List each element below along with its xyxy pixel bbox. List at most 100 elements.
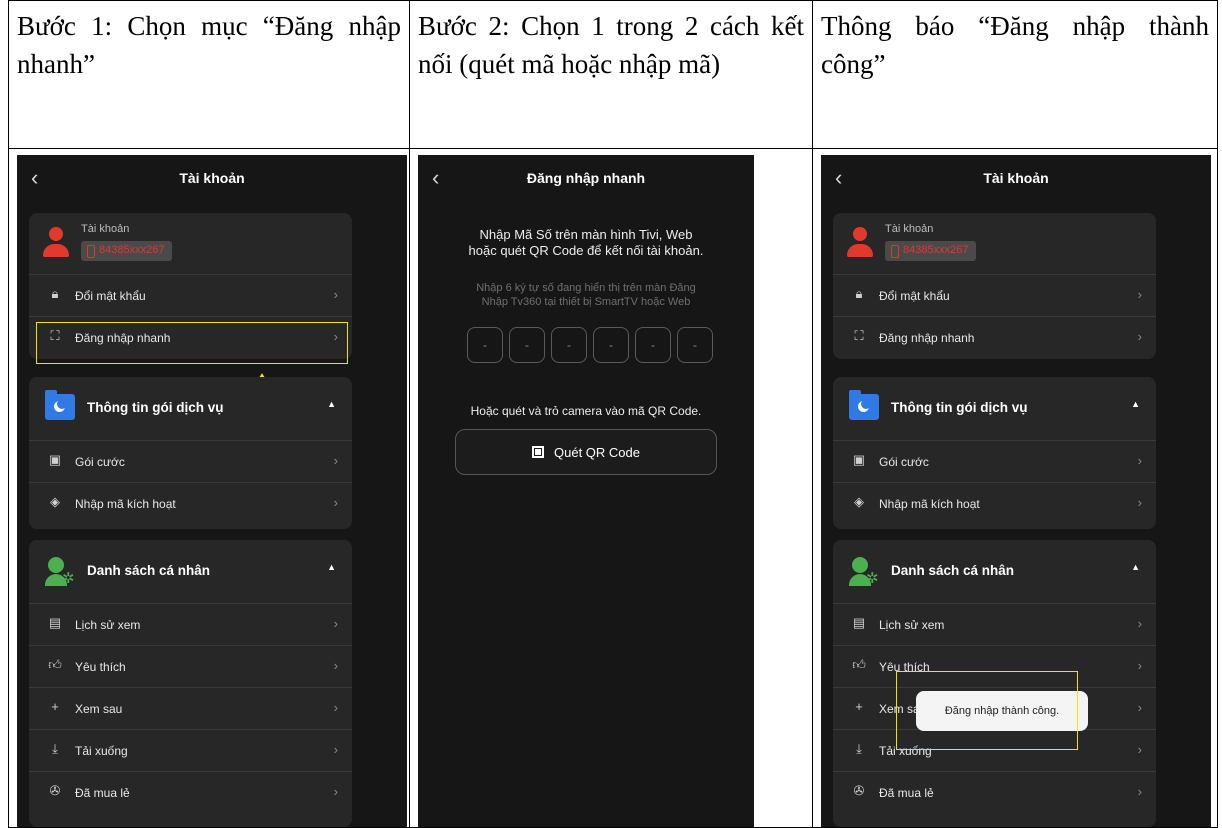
row-favorites[interactable]: 👍︎ Yêu thích › bbox=[29, 646, 352, 688]
account-screen-2: ‹ Tài khoản Tài khoản 84385xxx267 🔒︎ Đổi … bbox=[821, 155, 1211, 827]
code-digit-input[interactable]: - bbox=[551, 327, 587, 363]
plus-icon: + bbox=[51, 699, 59, 714]
folder-icon bbox=[849, 390, 879, 420]
section-title: Thông tin gói dịch vụ bbox=[891, 400, 1028, 415]
chevron-right-icon: › bbox=[1137, 616, 1142, 631]
qr-scan-icon bbox=[532, 446, 544, 458]
row-purchased[interactable]: ✇ Đã mua lẻ › bbox=[833, 772, 1156, 814]
lock-icon: 🔒︎ bbox=[51, 286, 59, 301]
personal-section-header[interactable]: ✲ Danh sách cá nhân ▲ bbox=[833, 540, 1156, 604]
chevron-right-icon: › bbox=[333, 658, 338, 673]
code-digit-input[interactable]: - bbox=[509, 327, 545, 363]
row-label: Đổi mật khẩu bbox=[75, 289, 146, 303]
plus-icon: + bbox=[855, 699, 863, 714]
account-label: Tài khoản bbox=[885, 223, 934, 235]
row-label: Đổi mật khẩu bbox=[879, 289, 950, 303]
chevron-right-icon: › bbox=[333, 453, 338, 468]
row-label: Gói cước bbox=[75, 455, 125, 469]
row-label: Lịch sử xem bbox=[75, 618, 141, 632]
chevron-right-icon: › bbox=[333, 287, 338, 302]
film-reel-icon: ✇ bbox=[853, 783, 865, 798]
chevron-right-icon: › bbox=[333, 700, 338, 715]
person-gear-icon: ✲ bbox=[45, 557, 75, 587]
screen-title: Tài khoản bbox=[983, 170, 1049, 186]
chevron-right-icon: › bbox=[1137, 658, 1142, 673]
row-activation-code[interactable]: ◈ Nhập mã kích hoạt › bbox=[29, 483, 352, 525]
row-package[interactable]: ▣ Gói cước › bbox=[833, 441, 1156, 483]
row-label: Nhập mã kích hoạt bbox=[879, 497, 980, 511]
row-label: Nhập mã kích hoạt bbox=[75, 497, 176, 511]
or-scan-text: Hoặc quét và trỏ camera vào mã QR Code. bbox=[470, 404, 702, 418]
intro-text: Nhập Mã Số trên màn hình Tivi, Web hoặc … bbox=[468, 227, 704, 258]
history-icon: ▤ bbox=[852, 615, 866, 630]
thumbs-up-icon: 👍︎ bbox=[852, 657, 866, 672]
chevron-right-icon: › bbox=[333, 616, 338, 631]
row-purchased[interactable]: ✇ Đã mua lẻ › bbox=[29, 772, 352, 814]
row-label: Gói cước bbox=[879, 455, 929, 469]
row-change-password[interactable]: 🔒︎ Đổi mật khẩu › bbox=[833, 275, 1156, 317]
row-label: Xem sau bbox=[75, 702, 123, 716]
row-activation-code[interactable]: ◈ Nhập mã kích hoạt › bbox=[833, 483, 1156, 525]
service-card: Thông tin gói dịch vụ ▲ ▣ Gói cước › ◈ Nhập… bbox=[29, 377, 352, 529]
personal-card: ✲ Danh sách cá nhân ▲ ▤ Lịch sử xem › 👍︎ Yê… bbox=[29, 540, 352, 827]
code-digit-input[interactable]: - bbox=[593, 327, 629, 363]
chevron-right-icon: › bbox=[333, 495, 338, 510]
code-digit-input[interactable]: - bbox=[677, 327, 713, 363]
caret-up-icon: ▲ bbox=[1131, 399, 1140, 409]
chevron-right-icon: › bbox=[1137, 700, 1142, 715]
service-card: Thông tin gói dịch vụ ▲ ▣ Gói cước › ◈ Nhập… bbox=[833, 377, 1156, 529]
section-title: Danh sách cá nhân bbox=[87, 563, 211, 578]
wallet-icon: ▣ bbox=[852, 452, 866, 467]
download-icon: ⤓ bbox=[52, 741, 58, 756]
folder-icon bbox=[45, 390, 75, 420]
service-section-header[interactable]: Thông tin gói dịch vụ ▲ bbox=[29, 377, 352, 441]
highlight-box bbox=[36, 322, 348, 364]
avatar-icon bbox=[847, 227, 873, 257]
row-quick-login[interactable]: ⛶ Đăng nhập nhanh › bbox=[833, 317, 1156, 359]
account-phone: 84385xxx267 bbox=[81, 241, 173, 261]
caret-up-icon: ▲ bbox=[1131, 562, 1140, 572]
code-input-group: - - - - - - bbox=[467, 327, 713, 363]
screen-title: Đăng nhập nhanh bbox=[526, 170, 646, 186]
personal-section-header[interactable]: ✲ Danh sách cá nhân ▲ bbox=[29, 540, 352, 604]
caret-up-icon: ▲ bbox=[327, 562, 336, 572]
scan-qr-button[interactable]: Quét QR Code bbox=[455, 429, 717, 475]
row-history[interactable]: ▤ Lịch sử xem › bbox=[29, 604, 352, 646]
ticket-icon: ◈ bbox=[854, 494, 864, 509]
row-watch-later[interactable]: + Xem sau › bbox=[29, 688, 352, 730]
instruction-table: Bước 1: Chọn mục “Đăng nhập nhanh” Bước … bbox=[8, 0, 1218, 828]
row-history[interactable]: ▤ Lịch sử xem › bbox=[833, 604, 1156, 646]
code-digit-input[interactable]: - bbox=[635, 327, 671, 363]
chevron-right-icon: › bbox=[1137, 742, 1142, 757]
screen-title: Tài khoản bbox=[179, 170, 245, 186]
lock-icon: 🔒︎ bbox=[855, 286, 863, 301]
download-icon: ⤓ bbox=[856, 741, 862, 756]
account-label: Tài khoản bbox=[81, 223, 130, 235]
row-label: Lịch sử xem bbox=[879, 618, 945, 632]
row-change-password[interactable]: 🔒︎ Đổi mật khẩu › bbox=[29, 275, 352, 317]
person-gear-icon: ✲ bbox=[849, 557, 879, 587]
chevron-right-icon: › bbox=[1137, 495, 1142, 510]
row-label: Yêu thích bbox=[75, 660, 126, 674]
row-label: Đã mua lẻ bbox=[75, 786, 130, 800]
step2-caption: Bước 2: Chọn 1 trong 2 cách kết nối (qué… bbox=[409, 0, 813, 149]
wallet-icon: ▣ bbox=[48, 452, 62, 467]
scan-icon: ⛶ bbox=[854, 328, 864, 343]
thumbs-up-icon: 👍︎ bbox=[48, 657, 62, 672]
row-label: Tải xuống bbox=[75, 744, 128, 758]
account-card: Tài khoản 84385xxx267 🔒︎ Đổi mật khẩu › ⛶ Đ… bbox=[833, 213, 1156, 359]
row-package[interactable]: ▣ Gói cước › bbox=[29, 441, 352, 483]
service-section-header[interactable]: Thông tin gói dịch vụ ▲ bbox=[833, 377, 1156, 441]
chevron-right-icon: › bbox=[333, 784, 338, 799]
account-screen-1: ‹ Tài khoản Tài khoản 84385xxx267 🔒︎ Đổi … bbox=[17, 155, 407, 827]
step3-caption: Thông báo “Đăng nhập thành công” bbox=[812, 0, 1218, 149]
chevron-right-icon: › bbox=[1137, 287, 1142, 302]
code-digit-input[interactable]: - bbox=[467, 327, 503, 363]
row-downloads[interactable]: ⤓ Tải xuống › bbox=[29, 730, 352, 772]
chevron-right-icon: › bbox=[1137, 784, 1142, 799]
ticket-icon: ◈ bbox=[50, 494, 60, 509]
quick-login-screen: ‹ Đăng nhập nhanh Nhập Mã Số trên màn hì… bbox=[418, 155, 754, 827]
hint-text: Nhập 6 ký tự số đang hiển thị trên màn Đ… bbox=[476, 282, 696, 308]
row-label: Đăng nhập nhanh bbox=[879, 331, 975, 345]
button-label: Quét QR Code bbox=[554, 445, 640, 460]
